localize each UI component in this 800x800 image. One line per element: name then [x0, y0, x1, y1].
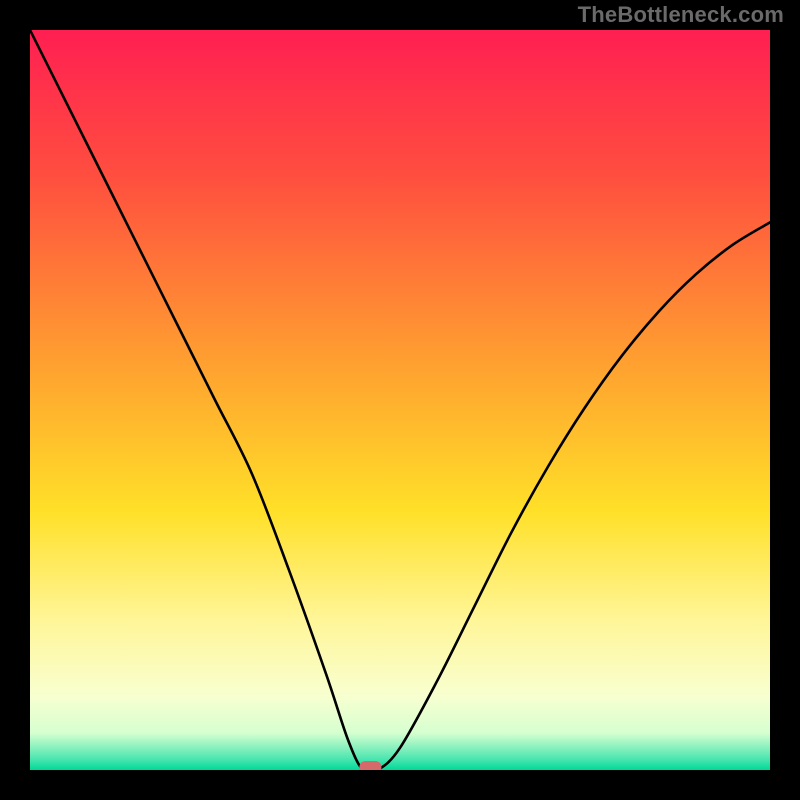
watermark-text: TheBottleneck.com: [578, 2, 784, 28]
chart-frame: TheBottleneck.com: [0, 0, 800, 800]
optimal-point-marker: [359, 761, 381, 770]
gradient-background: [30, 30, 770, 770]
bottleneck-chart: [30, 30, 770, 770]
